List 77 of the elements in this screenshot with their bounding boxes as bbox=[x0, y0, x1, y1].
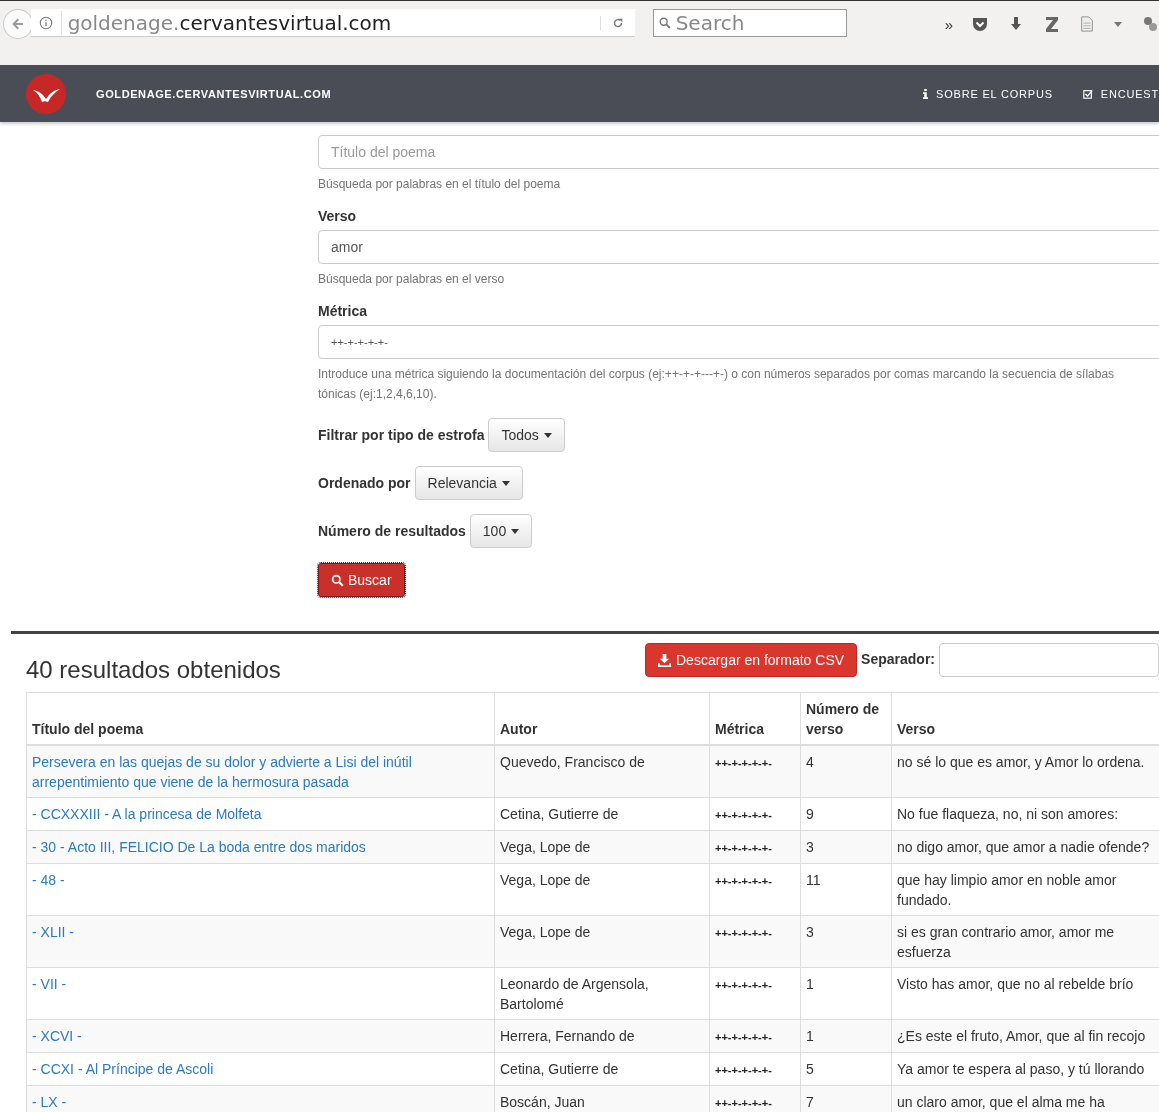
search-button[interactable]: Buscar bbox=[318, 563, 405, 597]
z-icon[interactable] bbox=[1043, 15, 1061, 33]
input-field[interactable]: amor bbox=[318, 230, 1159, 264]
overflow-button[interactable]: » bbox=[944, 15, 953, 33]
site-title[interactable]: GOLDENAGE.CERVANTESVIRTUAL.COM bbox=[96, 87, 332, 100]
verse-text: que hay limpio amor en noble amor fundado. bbox=[897, 872, 1117, 908]
metric-text: ++-+-+-+-+- bbox=[715, 1064, 772, 1076]
verse-text: ¿Es este el fruto, Amor, que al fin recojo bbox=[897, 1028, 1146, 1044]
metric-text: ++-+-+-+-+- bbox=[715, 1031, 772, 1043]
field-label: Ordenado por bbox=[318, 475, 411, 491]
verse-text: si es gran contrario amor, amor me esfuerza bbox=[897, 924, 1115, 960]
help-text: Búsqueda por palabras en el título del poema bbox=[318, 176, 562, 193]
verse-text: un claro amor, que el alma me ha bbox=[897, 1094, 1105, 1110]
page-icon[interactable] bbox=[1079, 15, 1095, 33]
field-label: Filtrar por tipo de estrofa bbox=[318, 427, 485, 443]
verse-text: Visto has amor, que no al rebelde brío bbox=[897, 976, 1134, 992]
verse-number: 9 bbox=[806, 806, 814, 822]
author-text: Vega, Lope de bbox=[500, 839, 591, 855]
author-text: Cetina, Gutierre de bbox=[500, 1061, 619, 1077]
metric-text: ++-+-+-+-+- bbox=[715, 1097, 772, 1109]
author-text: Herrera, Fernando de bbox=[500, 1028, 635, 1044]
author-text: Vega, Lope de bbox=[500, 924, 591, 940]
download-csv-button[interactable]: Descargar en formato CSV bbox=[645, 643, 858, 677]
author-text: Leonardo de Argensola, Bartolomé bbox=[500, 976, 649, 1012]
verse-number: 11 bbox=[806, 872, 821, 888]
verse-text: no digo amor, que amor a nadie ofende? bbox=[897, 839, 1150, 855]
verse-number: 4 bbox=[806, 754, 814, 770]
verse-text: No fue flaqueza, no, ni son amores: bbox=[897, 806, 1119, 822]
metric-text: ++-+-+-+-+- bbox=[715, 927, 772, 939]
download-icon bbox=[658, 653, 671, 667]
extension-icon[interactable] bbox=[1141, 15, 1159, 33]
author-text: Cetina, Gutierre de bbox=[500, 806, 619, 822]
field-label: Número de resultados bbox=[318, 523, 466, 539]
poem-title-field[interactable]: Título del poema bbox=[318, 135, 1159, 169]
caret-icon bbox=[501, 480, 510, 486]
dropdown-button[interactable]: Relevancia bbox=[414, 466, 523, 500]
help-text: Búsqueda por palabras en el verso bbox=[318, 271, 506, 288]
nav-link[interactable]: ENCUEST bbox=[1082, 87, 1159, 100]
dropdown-button[interactable]: Todos bbox=[488, 418, 565, 452]
search-icon bbox=[331, 573, 344, 587]
logo-icon[interactable] bbox=[26, 73, 66, 114]
info-icon[interactable] bbox=[38, 15, 53, 30]
help-text: Introduce una métrica siguiendo la documentación del corpus (ej:++-+-+---+-) o con números separados por comas marcando la secuencia de sílabas tónicas (ej:1,2,4,6,10). bbox=[318, 366, 1116, 403]
metric-text: ++-+-+-+-+- bbox=[715, 842, 772, 854]
verse-number: 1 bbox=[806, 976, 814, 992]
verse-number: 1 bbox=[806, 1028, 814, 1044]
search-field[interactable]: Search bbox=[652, 9, 847, 37]
caret-icon bbox=[543, 432, 552, 438]
back-button[interactable] bbox=[3, 9, 33, 39]
verse-text: Ya amor te espera al paso, y tú llorando bbox=[897, 1061, 1145, 1077]
verse-number: 3 bbox=[806, 839, 814, 855]
field-label: Separador: bbox=[861, 651, 935, 667]
dropdown-button[interactable]: 100 bbox=[469, 514, 533, 548]
nav-link[interactable]: SOBRE EL CORPUS bbox=[923, 87, 1053, 100]
checkbox-icon bbox=[1082, 88, 1093, 99]
caret-icon bbox=[511, 528, 520, 534]
separator-field[interactable] bbox=[939, 643, 1159, 677]
info-icon bbox=[923, 88, 929, 99]
verse-number: 7 bbox=[806, 1094, 814, 1110]
field-label: Verso bbox=[318, 208, 358, 224]
caret-icon[interactable] bbox=[1113, 19, 1123, 29]
verse-number: 3 bbox=[806, 924, 814, 940]
metric-text: ++-+-+-+-+- bbox=[715, 809, 772, 821]
metric-text: ++-+-+-+-+- bbox=[715, 875, 772, 887]
author-text: Boscán, Juan bbox=[500, 1094, 585, 1110]
pocket-icon[interactable] bbox=[971, 15, 989, 33]
url-text: goldenage.cervantesvirtual.com bbox=[60, 10, 600, 35]
verse-number: 5 bbox=[806, 1061, 814, 1077]
input-field[interactable]: ++-+-+-+-+- bbox=[318, 325, 1159, 359]
author-text: Quevedo, Francisco de bbox=[500, 754, 645, 770]
author-text: Vega, Lope de bbox=[500, 872, 591, 888]
results-heading: 40 resultados obtenidos bbox=[26, 656, 282, 684]
metric-text: ++-+-+-+-+- bbox=[715, 979, 772, 991]
address-bar[interactable]: goldenage.cervantesvirtual.com bbox=[30, 9, 635, 37]
field-label: Métrica bbox=[318, 303, 369, 319]
metric-text: ++-+-+-+-+- bbox=[715, 757, 772, 769]
verse-text: no sé lo que es amor, y Amor lo ordena. bbox=[897, 754, 1145, 770]
